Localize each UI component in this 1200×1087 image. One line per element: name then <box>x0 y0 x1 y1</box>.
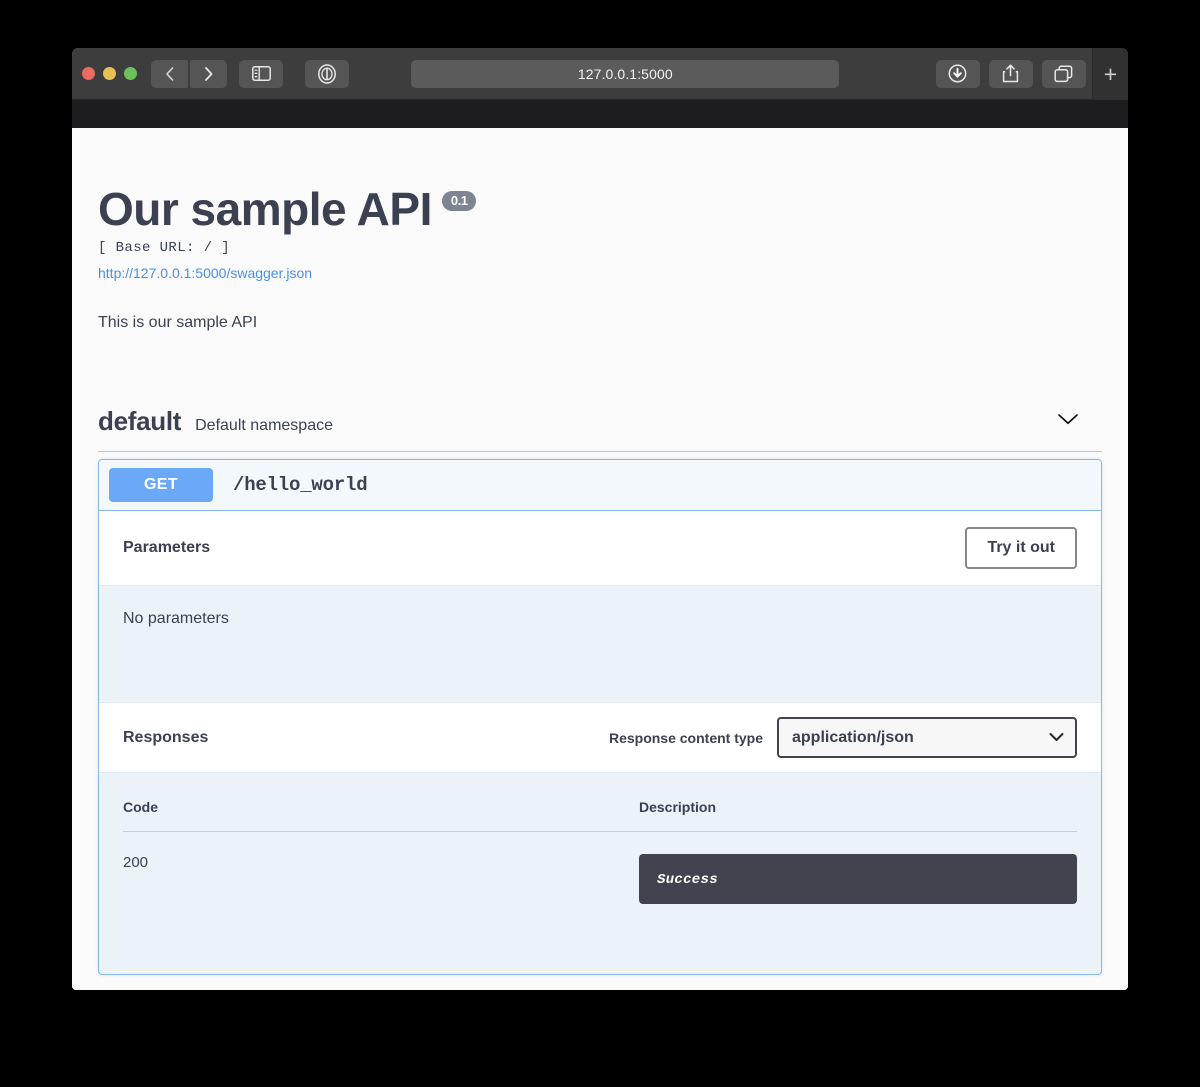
no-parameters-text: No parameters <box>123 610 229 627</box>
api-description: This is our sample API <box>98 314 258 331</box>
column-header-code: Code <box>123 799 639 832</box>
navigation-buttons <box>151 59 227 88</box>
maximize-button[interactable] <box>124 67 137 80</box>
responses-header: Responses Response content type applicat… <box>99 702 1101 773</box>
response-code: 200 <box>123 854 149 871</box>
table-header-row: Code Description <box>123 799 1077 832</box>
browser-window: 127.0.0.1:5000 + Our sample API 0.1 [Ba… <box>72 48 1128 990</box>
sidebar-toggle-button[interactable] <box>239 59 283 88</box>
browser-titlebar: 127.0.0.1:5000 + <box>72 48 1128 100</box>
response-description-text: Success <box>657 872 718 888</box>
forward-button[interactable] <box>190 59 227 88</box>
base-url: [ Base URL: / ] <box>98 240 231 256</box>
responses-body: Code Description 200 Success <box>99 773 1101 932</box>
operation-summary[interactable]: GET /hello_world <box>99 460 1101 511</box>
namespace-collapse-button[interactable] <box>1055 410 1081 433</box>
back-button[interactable] <box>151 59 188 88</box>
swagger-ui-page: Our sample API 0.1 [ Base URL: / ] http:… <box>72 128 1128 990</box>
reader-view-icon <box>318 63 336 84</box>
response-content-type-label: Response content type <box>608 729 763 746</box>
response-description-cell: Success <box>639 832 1077 933</box>
table-row: 200 Success <box>123 832 1077 933</box>
toolbar-right <box>935 59 1086 88</box>
response-content-type-select[interactable]: application/json <box>777 717 1077 758</box>
namespace-header[interactable]: default Default namespace <box>98 406 1102 451</box>
api-title-text: Our sample API <box>98 183 432 235</box>
tab-overview-icon <box>1054 64 1073 82</box>
download-icon <box>949 64 967 83</box>
namespace-divider <box>98 451 1102 452</box>
parameters-header: Parameters Try it out <box>99 511 1101 586</box>
tab-overview-button[interactable] <box>1041 59 1086 88</box>
back-chevron-icon <box>166 66 174 81</box>
downloads-button[interactable] <box>935 59 980 88</box>
operation-block-tail <box>99 932 1101 974</box>
tab-strip <box>72 100 1128 128</box>
namespace-name: default <box>98 406 182 436</box>
parameters-body: No parameters <box>99 586 1101 702</box>
new-tab-button[interactable]: + <box>1091 48 1128 100</box>
operation-block: GET /hello_world Parameters Try it out N… <box>98 459 1102 975</box>
close-button[interactable] <box>82 67 95 80</box>
try-it-out-button[interactable]: Try it out <box>965 527 1077 569</box>
response-content-type-wrap: application/json <box>777 717 1077 758</box>
responses-table: Code Description 200 Success <box>123 799 1077 932</box>
namespace-description: Default namespace <box>195 417 333 434</box>
http-method-badge: GET <box>109 468 213 502</box>
chevron-down-icon <box>1058 414 1078 425</box>
version-badge: 0.1 <box>441 191 477 211</box>
url-text: 127.0.0.1:5000 <box>577 65 673 82</box>
share-icon <box>1003 64 1019 83</box>
address-bar[interactable]: 127.0.0.1:5000 <box>411 59 840 88</box>
column-header-description: Description <box>639 799 1077 832</box>
minimize-button[interactable] <box>103 67 116 80</box>
responses-title: Responses <box>123 728 209 746</box>
window-controls <box>82 67 137 80</box>
new-tab-label: + <box>1103 60 1118 87</box>
response-description-box: Success <box>639 854 1077 904</box>
forward-chevron-icon <box>205 66 213 81</box>
api-info: Our sample API 0.1 [ Base URL: / ] http:… <box>98 128 1102 332</box>
share-button[interactable] <box>988 59 1033 88</box>
operation-path: /hello_world <box>233 474 368 496</box>
parameters-title: Parameters <box>123 539 211 556</box>
sidebar-toggle-icon <box>251 66 271 81</box>
page-title: Our sample API 0.1 <box>98 186 1102 232</box>
swagger-json-link[interactable]: http://127.0.0.1:5000/swagger.json <box>98 265 1102 281</box>
reader-view-button[interactable] <box>305 59 349 88</box>
